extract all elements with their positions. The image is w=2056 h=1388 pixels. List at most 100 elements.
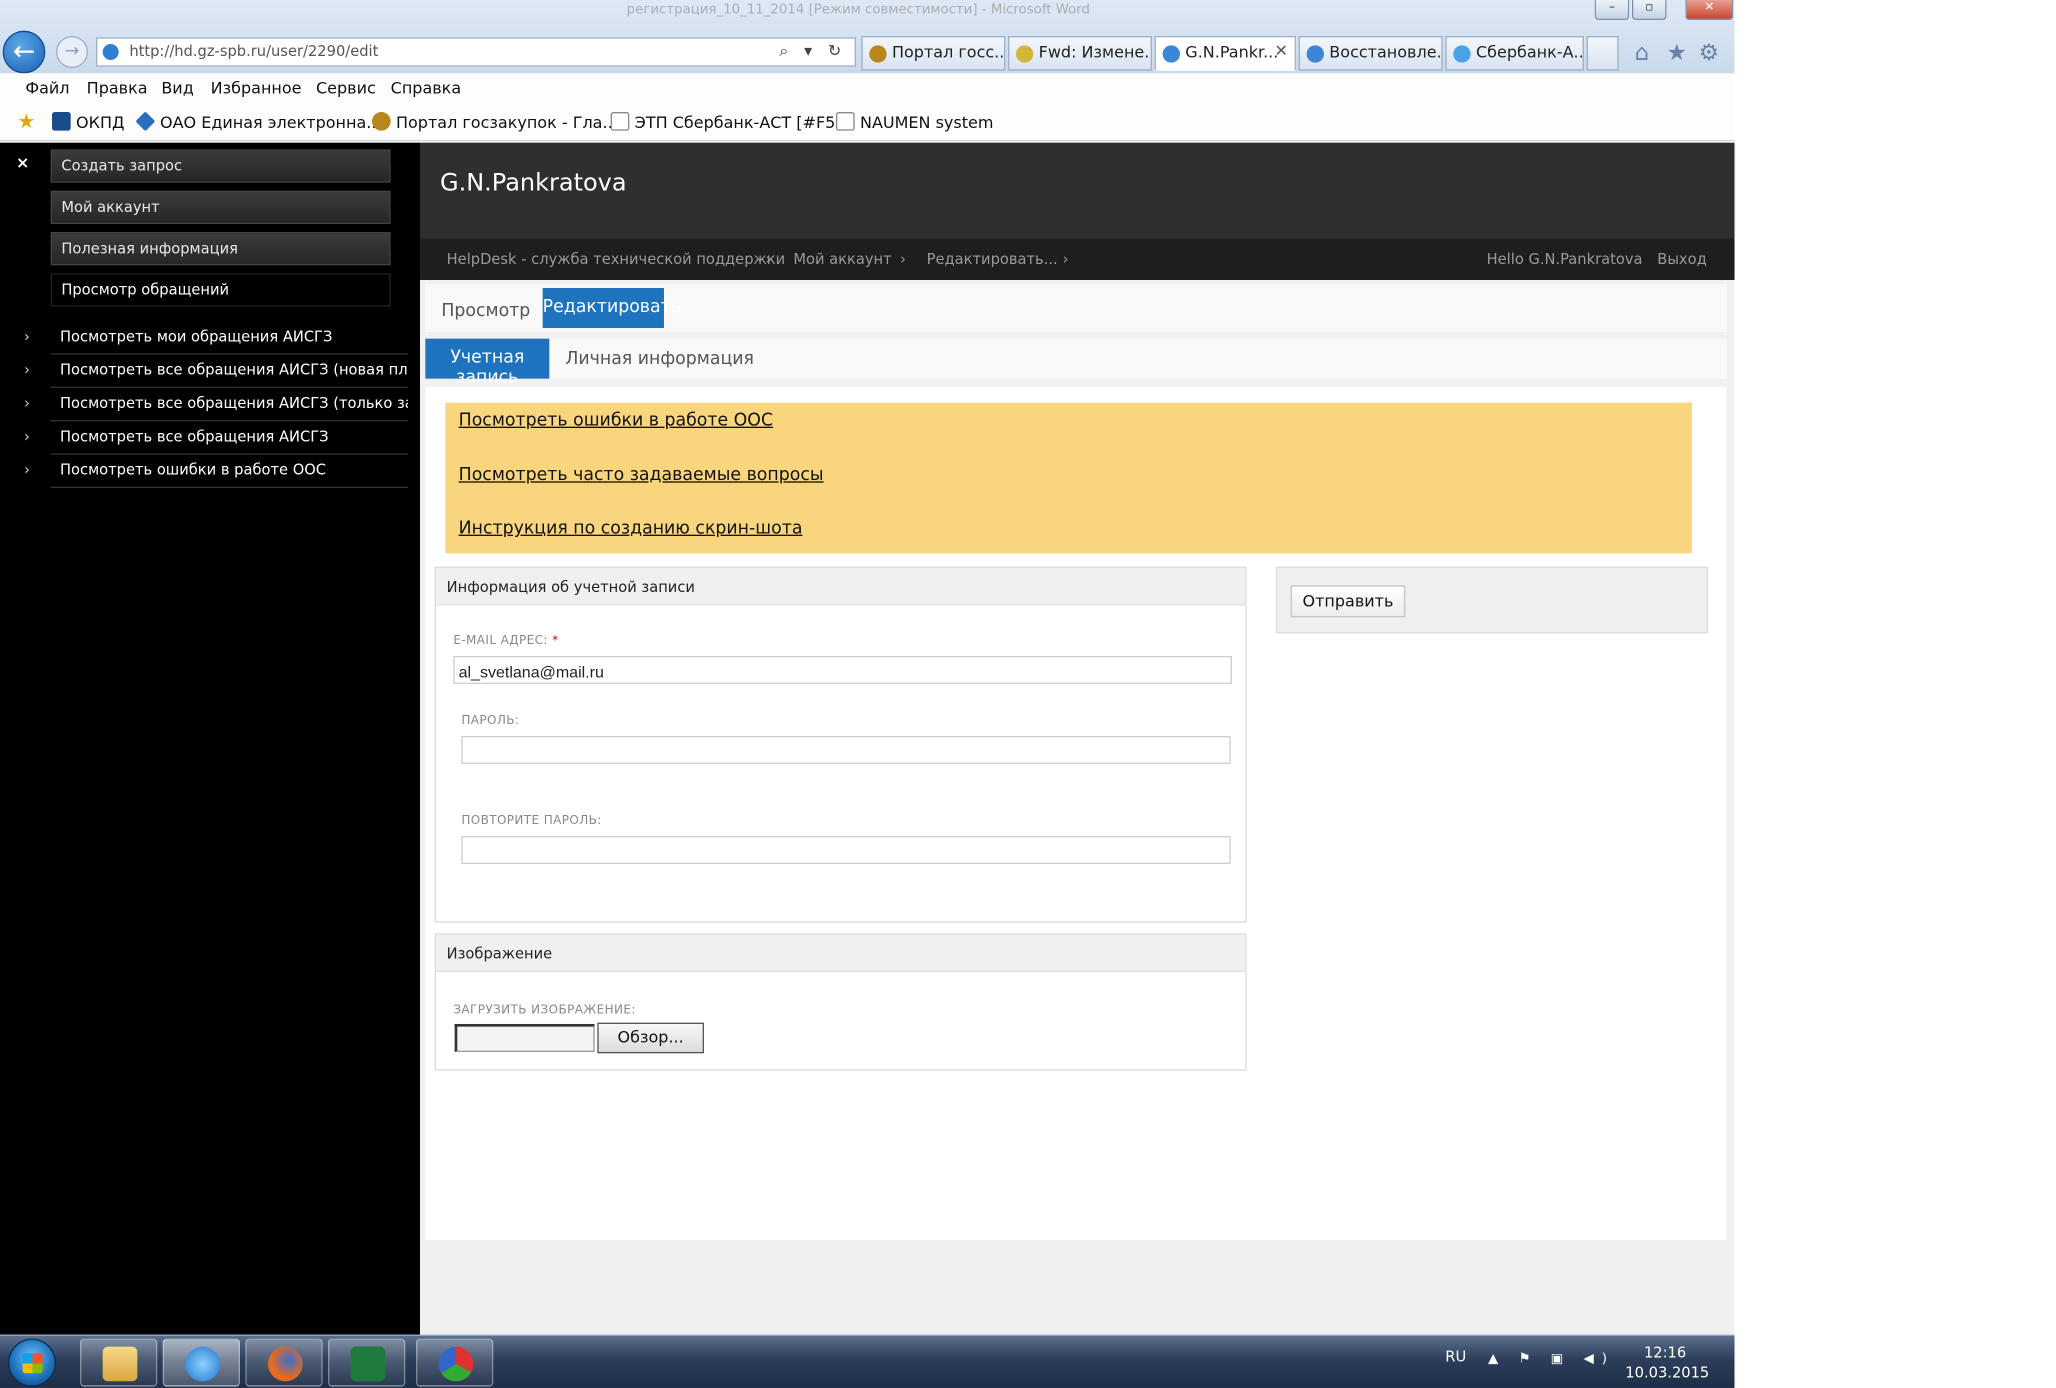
start-button[interactable] <box>7 1338 56 1387</box>
close-window-button[interactable]: ✕ <box>1685 0 1734 20</box>
tab-edit[interactable]: Редактировать <box>542 287 681 328</box>
window-title: регистрация_10_11_2014 [Режим совместимо… <box>626 2 1091 18</box>
clock-time[interactable]: 12:16 <box>1644 1344 1686 1361</box>
site-header: G.N.Pankratova HelpDesk - служба техниче… <box>419 142 1735 280</box>
account-info-box: Информация об учетной записи E-mail адре… <box>434 566 1247 923</box>
taskbar: RU ▲ ⚑ ▣ ◀) 12:16 10.03.2015 <box>0 1334 1735 1388</box>
breadcrumb-my-account[interactable]: Мой аккаунт <box>793 251 891 268</box>
taskbar-app[interactable] <box>415 1338 494 1387</box>
back-button[interactable]: ← <box>2 30 46 74</box>
user-greeting: Hello G.N.Pankratova <box>1486 250 1643 268</box>
submit-button[interactable]: Отправить <box>1290 585 1406 618</box>
ie-page-icon <box>1306 45 1324 63</box>
taskbar-explorer[interactable] <box>79 1338 158 1387</box>
sidebar-link-all-requests[interactable]: Посмотреть все обращения АИСГЗ <box>50 421 408 455</box>
fav-oao[interactable]: ОАО Единая электронна... <box>135 111 382 132</box>
fav-portal[interactable]: Портал госзакупок - Гла... <box>371 111 618 132</box>
home-icon[interactable]: ⌂ <box>1635 40 1649 67</box>
chevron-right-icon: › <box>23 361 30 379</box>
tab-account[interactable]: Учетная запись <box>425 338 550 388</box>
confirm-password-field[interactable] <box>461 835 1231 864</box>
system-tray: RU ▲ ⚑ ▣ ◀) 12:16 10.03.2015 <box>1440 1336 1733 1388</box>
tab-close-icon[interactable]: ✕ <box>1275 41 1288 60</box>
fav-okpd[interactable]: ОКПД <box>51 111 124 132</box>
menu-help[interactable]: Справка <box>391 79 461 98</box>
account-info-title: Информация об учетной записи <box>435 567 1246 606</box>
tab-recovery[interactable]: Восстановле... <box>1298 35 1443 71</box>
tab-label: Портал госс... <box>891 42 1006 62</box>
tab-personal-info[interactable]: Личная информация <box>565 349 754 369</box>
tab-label: Fwd: Измене... <box>1038 42 1152 62</box>
email-label-text: E-mail адрес: <box>453 634 548 648</box>
sidebar-link-all-new-platform[interactable]: Посмотреть все обращения АИСГЗ (новая пл… <box>50 355 408 388</box>
password-field[interactable] <box>461 735 1231 764</box>
notice-link-screenshot-guide[interactable]: Инструкция по созданию скрин-шота <box>459 519 803 539</box>
sidebar-link-my-requests[interactable]: Посмотреть мои обращения АИСГЗ <box>50 321 408 355</box>
ie-page-icon <box>102 43 119 60</box>
tab-sberbank[interactable]: Сбербанк-А... <box>1445 35 1584 71</box>
breadcrumb-edit: Редактировать... <box>926 250 1058 268</box>
page-icon <box>610 111 630 131</box>
actions-box: Отправить <box>1275 566 1708 634</box>
tab-fwd[interactable]: Fwd: Измене... <box>1007 35 1152 71</box>
notice-link-faq[interactable]: Посмотреть часто задаваемые вопросы <box>459 465 824 485</box>
address-bar[interactable]: http://hd.gz-spb.ru/user/2290/edit ⌕ ▾ ↻ <box>95 37 856 67</box>
language-indicator[interactable]: RU <box>1445 1348 1466 1365</box>
taskbar-excel[interactable] <box>327 1338 406 1387</box>
taskbar-internet-explorer[interactable] <box>162 1338 240 1387</box>
chevron-right-icon: › <box>23 327 30 346</box>
tab-portal[interactable]: Портал госс... <box>861 35 1006 71</box>
favorites-add-star-icon[interactable]: ★ <box>17 109 35 133</box>
minimize-button[interactable]: – <box>1594 0 1630 20</box>
taskbar-firefox[interactable] <box>245 1338 323 1387</box>
page-icon <box>835 111 855 131</box>
menu-tools[interactable]: Сервис <box>316 79 376 98</box>
email-field[interactable] <box>453 655 1232 684</box>
maximize-button[interactable]: ▫ <box>1631 0 1667 20</box>
address-tools-icons[interactable]: ⌕ ▾ ↻ <box>779 41 846 61</box>
new-tab-button[interactable] <box>1586 35 1619 71</box>
sidebar-item-my-account[interactable]: Мой аккаунт <box>50 190 391 224</box>
sidebar-link-oos-errors[interactable]: Посмотреть ошибки в работе ООС <box>50 455 408 488</box>
notice-link-oos-errors[interactable]: Посмотреть ошибки в работе ООС <box>459 411 773 431</box>
forward-arrow-icon: → <box>64 41 80 62</box>
sidebar-item-create-request[interactable]: Создать запрос <box>50 149 391 183</box>
settings-gear-icon[interactable]: ⚙ <box>1699 40 1719 67</box>
clock-date[interactable]: 10.03.2015 <box>1625 1364 1709 1381</box>
breadcrumb: HelpDesk - служба технической поддержки … <box>419 238 1735 280</box>
forward-button[interactable]: → <box>55 35 88 68</box>
sidebar-link-all-closed[interactable]: Посмотреть все обращения АИСГЗ (только з… <box>50 388 408 422</box>
notice-box: Посмотреть ошибки в работе ООС Посмотрет… <box>445 402 1692 554</box>
fav-label: ОАО Единая электронна... <box>159 113 382 132</box>
sidebar-item-view-requests[interactable]: Просмотр обращений <box>50 273 391 307</box>
address-url[interactable]: http://hd.gz-spb.ru/user/2290/edit <box>129 43 378 60</box>
windows-logo-icon <box>22 1353 43 1374</box>
fav-naumen[interactable]: NAUMEN system <box>835 111 993 132</box>
image-box-title: Изображение <box>435 934 1246 972</box>
confirm-password-label: Повторите пароль: <box>461 814 602 828</box>
chevron-right-icon: › <box>23 394 30 412</box>
image-box: Изображение Загрузить изображение: Обзор… <box>434 933 1247 1071</box>
breadcrumb-helpdesk[interactable]: HelpDesk - служба технической поддержки <box>447 251 785 268</box>
menu-view[interactable]: Вид <box>161 79 193 98</box>
tab-label: G.N.Pankr... <box>1185 42 1279 62</box>
sidebar-close-icon[interactable]: × <box>16 153 29 172</box>
menu-file[interactable]: Файл <box>25 79 69 98</box>
browse-button[interactable]: Обзор... <box>597 1022 704 1054</box>
sidebar-item-useful-info[interactable]: Полезная информация <box>50 231 391 266</box>
email-label: E-mail адрес: * <box>453 635 558 648</box>
screen: регистрация_10_11_2014 [Режим совместимо… <box>0 0 1735 1388</box>
main-content: Просмотр Редактировать Учетная запись Ли… <box>419 279 1735 1335</box>
menu-edit[interactable]: Правка <box>87 79 148 98</box>
tray-icons[interactable]: ▲ ⚑ ▣ ◀) <box>1488 1352 1615 1367</box>
favorites-star-icon[interactable]: ★ <box>1667 40 1687 67</box>
tab-view[interactable]: Просмотр <box>441 301 530 321</box>
logout-link[interactable]: Выход <box>1657 251 1706 268</box>
file-path-field[interactable] <box>454 1023 595 1052</box>
tab-label: Восстановле... <box>1329 42 1443 62</box>
fav-sberbank-ast[interactable]: ЭТП Сбербанк-АСТ [#F5] <box>610 111 842 132</box>
back-arrow-icon: ← <box>12 34 36 67</box>
menu-favorites[interactable]: Избранное <box>211 79 302 98</box>
password-label: Пароль: <box>461 714 520 728</box>
tab-pankratova[interactable]: G.N.Pankr... ✕ <box>1154 35 1296 71</box>
